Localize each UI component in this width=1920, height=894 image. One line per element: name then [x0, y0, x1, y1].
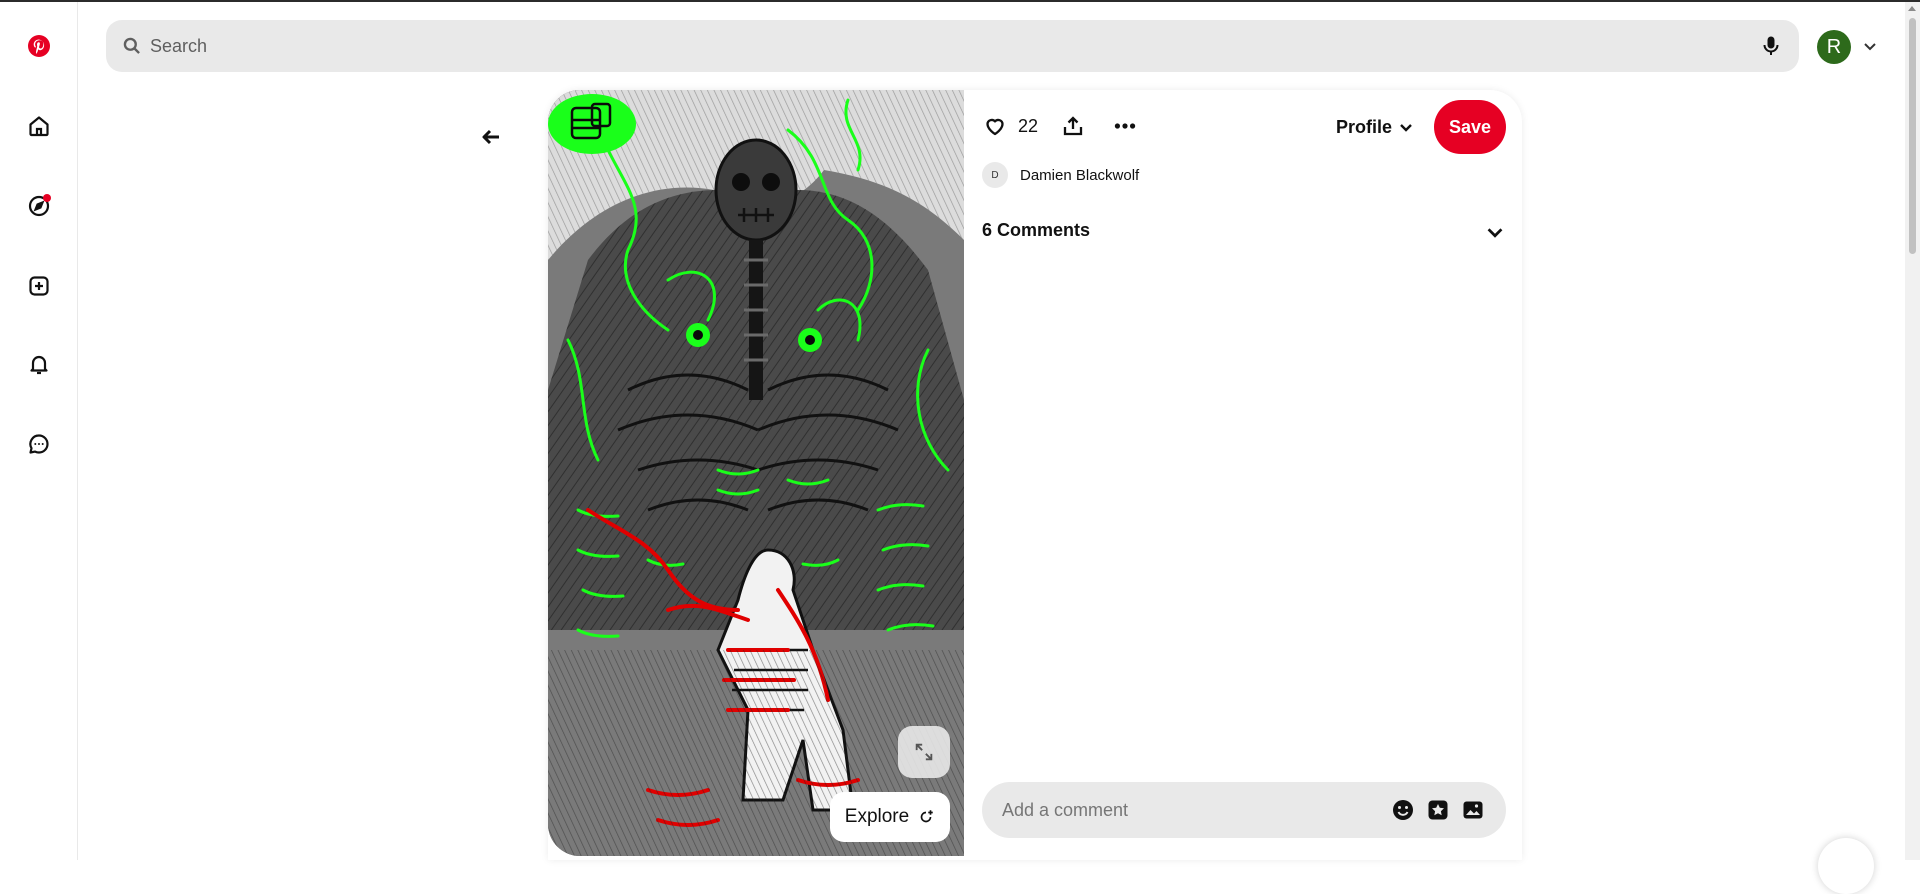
back-button[interactable]	[474, 120, 508, 154]
pinterest-logo-icon[interactable]	[15, 22, 63, 70]
chevron-down-icon	[1400, 124, 1412, 132]
explore-label: Explore	[844, 806, 910, 827]
board-profile-dropdown[interactable]: Profile	[1336, 110, 1414, 144]
scroll-up-arrow-icon[interactable]	[1908, 6, 1916, 11]
comment-input[interactable]	[1002, 799, 1390, 821]
help-button[interactable]	[1818, 838, 1874, 894]
home-glyph	[29, 116, 49, 137]
search-icon	[123, 37, 140, 54]
comments-toggle-button[interactable]	[1482, 220, 1508, 246]
like-button[interactable]	[978, 109, 1012, 143]
bell-glyph	[30, 355, 48, 375]
emoji-icon[interactable]	[1390, 797, 1416, 823]
expand-arrows-icon	[915, 743, 933, 761]
refresh-sparkle-icon	[920, 810, 933, 823]
pinterest-logo-glyph	[28, 35, 50, 57]
share-button[interactable]	[1056, 109, 1090, 143]
expand-image-button[interactable]	[898, 726, 950, 778]
comments-heading[interactable]: 6 Comments	[982, 220, 1090, 241]
pin-action-bar: 22	[978, 110, 1142, 142]
left-nav-rail	[0, 2, 78, 860]
more-options-button[interactable]	[1108, 109, 1142, 143]
page-scrollbar-thumb[interactable]	[1909, 18, 1916, 254]
profile-label: Profile	[1336, 116, 1393, 137]
home-icon[interactable]	[15, 102, 63, 150]
chevron-down-icon	[1487, 228, 1503, 238]
explore-compass-icon[interactable]	[15, 182, 63, 230]
comment-composer	[982, 782, 1506, 838]
notifications-bell-icon[interactable]	[15, 340, 63, 388]
author-name: Damien Blackwolf	[1020, 166, 1140, 184]
notification-dot	[43, 194, 51, 202]
arrow-left-icon	[482, 129, 499, 145]
chat-bubble-glyph	[29, 434, 49, 454]
sticker-icon[interactable]	[1425, 797, 1451, 823]
messages-chat-icon[interactable]	[15, 420, 63, 468]
ellipsis-icon	[1114, 123, 1136, 129]
emoji-glyph	[1393, 800, 1413, 820]
author-avatar: D	[982, 162, 1008, 188]
save-button[interactable]: Save	[1434, 100, 1506, 154]
like-count: 22	[1018, 115, 1039, 136]
plus-square-glyph	[29, 276, 49, 296]
pin-author[interactable]: D Damien Blackwolf	[982, 162, 1139, 188]
image-glyph	[1463, 801, 1483, 819]
microphone-icon[interactable]	[1759, 34, 1783, 58]
account-chevron-down-icon[interactable]	[1862, 38, 1878, 54]
create-plus-icon[interactable]	[15, 262, 63, 310]
search-bar	[106, 20, 1799, 72]
explore-button[interactable]: Explore	[830, 792, 950, 842]
window-top-border	[0, 0, 1920, 2]
image-upload-icon[interactable]	[1460, 797, 1486, 823]
heart-icon	[986, 118, 1004, 136]
account-avatar[interactable]: R	[1817, 30, 1851, 64]
search-input[interactable]	[150, 20, 1759, 72]
sticker-glyph	[1428, 800, 1448, 820]
share-upload-icon	[1063, 116, 1083, 136]
